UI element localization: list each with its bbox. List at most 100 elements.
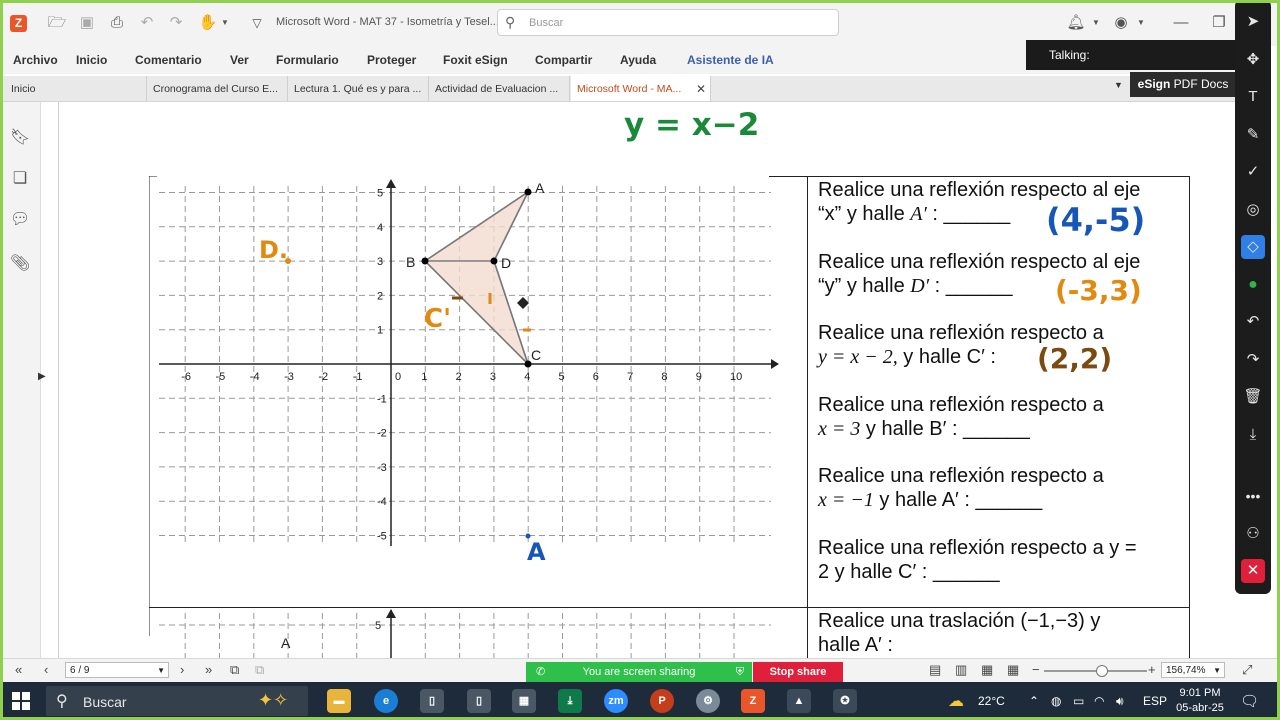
question-6-line2: 2 y halle C′ : ______ — [818, 560, 1000, 584]
menu-ayuda[interactable]: Ayuda — [620, 53, 656, 67]
pen-icon[interactable]: ✎ — [1241, 123, 1265, 147]
user-settings-icon[interactable]: ⚇ — [1241, 522, 1265, 546]
page-paste-icon[interactable]: ⧉ — [255, 662, 264, 678]
last-page-icon[interactable]: » — [205, 662, 212, 678]
tab-microsoft-word[interactable]: Microsoft Word - MA... ✕ — [571, 76, 711, 101]
notifications-icon[interactable]: 🗨︎ — [1240, 692, 1259, 710]
color-dot-icon[interactable]: ● — [1241, 273, 1265, 297]
menu-inicio[interactable]: Inicio — [76, 53, 107, 67]
app-icon[interactable]: ✪ — [833, 689, 857, 713]
foxit-taskbar-icon[interactable]: Z — [741, 689, 765, 713]
page-number-field[interactable]: 6 / 9 ▼ — [65, 662, 169, 678]
move-icon[interactable]: ✥ — [1241, 48, 1265, 72]
question-7-line1: Realice una traslación (−1,−3) y — [818, 610, 1101, 632]
trash-icon[interactable]: 🗑︎ — [1241, 385, 1265, 409]
tab-inicio[interactable]: Inicio — [5, 76, 147, 101]
edge-icon[interactable]: e — [374, 689, 398, 713]
check-icon[interactable]: ✓ — [1241, 160, 1265, 184]
tools-icon[interactable]: ⚙ — [696, 689, 720, 713]
close-tab-icon[interactable]: ✕ — [696, 76, 706, 101]
continuous-page-icon[interactable]: ▥ — [955, 662, 967, 678]
menu-archivo[interactable]: Archivo — [13, 53, 58, 67]
foxit-logo-icon[interactable]: Z — [10, 15, 27, 32]
next-page-icon[interactable]: › — [180, 662, 184, 678]
taskbar-search[interactable]: ⚲ Buscar ✦✧ — [46, 686, 308, 716]
facing-page-icon[interactable]: ▦ — [981, 662, 993, 678]
chevron-down-icon[interactable]: ▼ — [215, 13, 235, 33]
zoom-field[interactable]: 156,74% ▼ — [1161, 662, 1225, 678]
menu-comentario[interactable]: Comentario — [135, 53, 202, 67]
print-icon[interactable]: ⎙ — [107, 13, 127, 33]
network-icon[interactable]: ◍ — [1051, 694, 1061, 708]
more-icon[interactable]: ••• — [1241, 484, 1265, 508]
weather-icon[interactable]: ☁ — [948, 691, 964, 711]
menu-compartir[interactable]: Compartir — [535, 53, 592, 67]
single-page-icon[interactable]: ▤ — [929, 662, 941, 678]
zoom-icon[interactable]: zm — [604, 689, 628, 713]
volume-icon[interactable]: 🔊︎ — [1116, 694, 1124, 709]
app-download-icon[interactable]: ⤓ — [558, 689, 582, 713]
close-icon[interactable]: ✕ — [1241, 559, 1265, 583]
bell-icon[interactable]: 🔔︎ — [1066, 13, 1086, 33]
menu-formulario[interactable]: Formulario — [276, 53, 339, 67]
redo-icon[interactable]: ↷ — [1241, 348, 1265, 372]
redo-icon[interactable]: ↷ — [166, 13, 186, 33]
language[interactable]: ESP — [1143, 694, 1167, 708]
menu-ver[interactable]: Ver — [230, 53, 249, 67]
undo-icon[interactable]: ↶ — [1241, 310, 1265, 334]
pointer-icon[interactable]: ➤ — [1241, 10, 1265, 34]
menu-asistente-ia[interactable]: Asistente de IA — [687, 53, 774, 67]
stop-share-label: Stop share — [769, 666, 827, 678]
phone-app-icon[interactable]: ▯ — [467, 689, 491, 713]
y-tick-label: -1 — [377, 393, 387, 405]
app-icon[interactable]: ▯ — [420, 689, 444, 713]
file-explorer-icon[interactable]: ▬ — [327, 689, 351, 713]
zoom-in-icon[interactable]: + — [1148, 662, 1156, 678]
menu-foxit-esign[interactable]: Foxit eSign — [443, 53, 508, 67]
powerpoint-icon[interactable]: P — [650, 689, 674, 713]
chevron-up-icon[interactable]: ⌃ — [1029, 694, 1039, 708]
wifi-icon[interactable]: ◠ — [1094, 694, 1104, 708]
clock[interactable]: 9:01 PM 05-abr-25 — [1174, 686, 1226, 716]
minimize-icon[interactable]: — — [1171, 13, 1191, 33]
expand-panel-icon[interactable]: ▶ — [38, 371, 46, 382]
menu-proteger[interactable]: Proteger — [367, 53, 416, 67]
tab-cronograma[interactable]: Cronograma del Curso E... — [147, 76, 288, 101]
temperature[interactable]: 22°C — [978, 694, 1005, 708]
calculator-icon[interactable]: ▦ — [512, 689, 536, 713]
fullscreen-icon[interactable]: ⤢ — [1242, 662, 1252, 678]
comment-icon[interactable]: 💬︎ — [10, 210, 30, 230]
windows-start-icon[interactable] — [12, 692, 30, 710]
pages-icon[interactable]: ❏ — [10, 169, 30, 189]
prev-page-icon[interactable]: ‹ — [44, 662, 48, 678]
label-A-2: A — [281, 635, 291, 651]
download-icon[interactable]: ⤓ — [1241, 423, 1265, 447]
esign-banner[interactable]: eSign PDF Docs — [1130, 72, 1236, 97]
save-icon[interactable]: ▣ — [77, 13, 97, 33]
text-icon[interactable]: T — [1241, 85, 1265, 109]
tab-lectura[interactable]: Lectura 1. Qué es y para ... — [288, 76, 429, 101]
zoom-out-icon[interactable]: − — [1032, 662, 1040, 678]
page-copy-icon[interactable]: ⧉ — [230, 662, 239, 678]
chevron-down-icon[interactable]: ▼ — [1086, 13, 1106, 33]
search-box[interactable]: ⚲ Buscar — [497, 9, 839, 36]
spotlight-icon[interactable]: ◎ — [1241, 198, 1265, 222]
tabs-dropdown-icon[interactable]: ▼ — [1114, 80, 1123, 90]
undo-icon[interactable]: ↶ — [137, 13, 157, 33]
cover-page-icon[interactable]: ▦ — [1007, 662, 1019, 678]
tab-actividad[interactable]: Actividad de Evaluacion ... — [429, 76, 570, 101]
zoom-slider-handle[interactable] — [1096, 665, 1108, 677]
attachment-icon[interactable]: 📎︎ — [10, 254, 30, 274]
app-icon[interactable]: ▲ — [787, 689, 811, 713]
camera-icon[interactable]: ▭ — [1073, 694, 1084, 708]
open-folder-icon[interactable]: 🗁 — [47, 13, 67, 33]
chevron-down-icon[interactable]: ▼ — [1131, 13, 1151, 33]
eraser-icon[interactable]: ◇ — [1241, 235, 1265, 259]
first-page-icon[interactable]: « — [15, 662, 22, 678]
restore-icon[interactable]: ❐ — [1209, 13, 1229, 33]
account-icon[interactable]: ◉ — [1111, 13, 1131, 33]
stop-share-button[interactable]: Stop share — [753, 662, 843, 682]
customize-toolbar-icon[interactable]: ▽ — [247, 13, 267, 33]
y-tick-label: -5 — [377, 531, 387, 543]
bookmark-icon[interactable]: 🔖︎ — [10, 128, 30, 148]
